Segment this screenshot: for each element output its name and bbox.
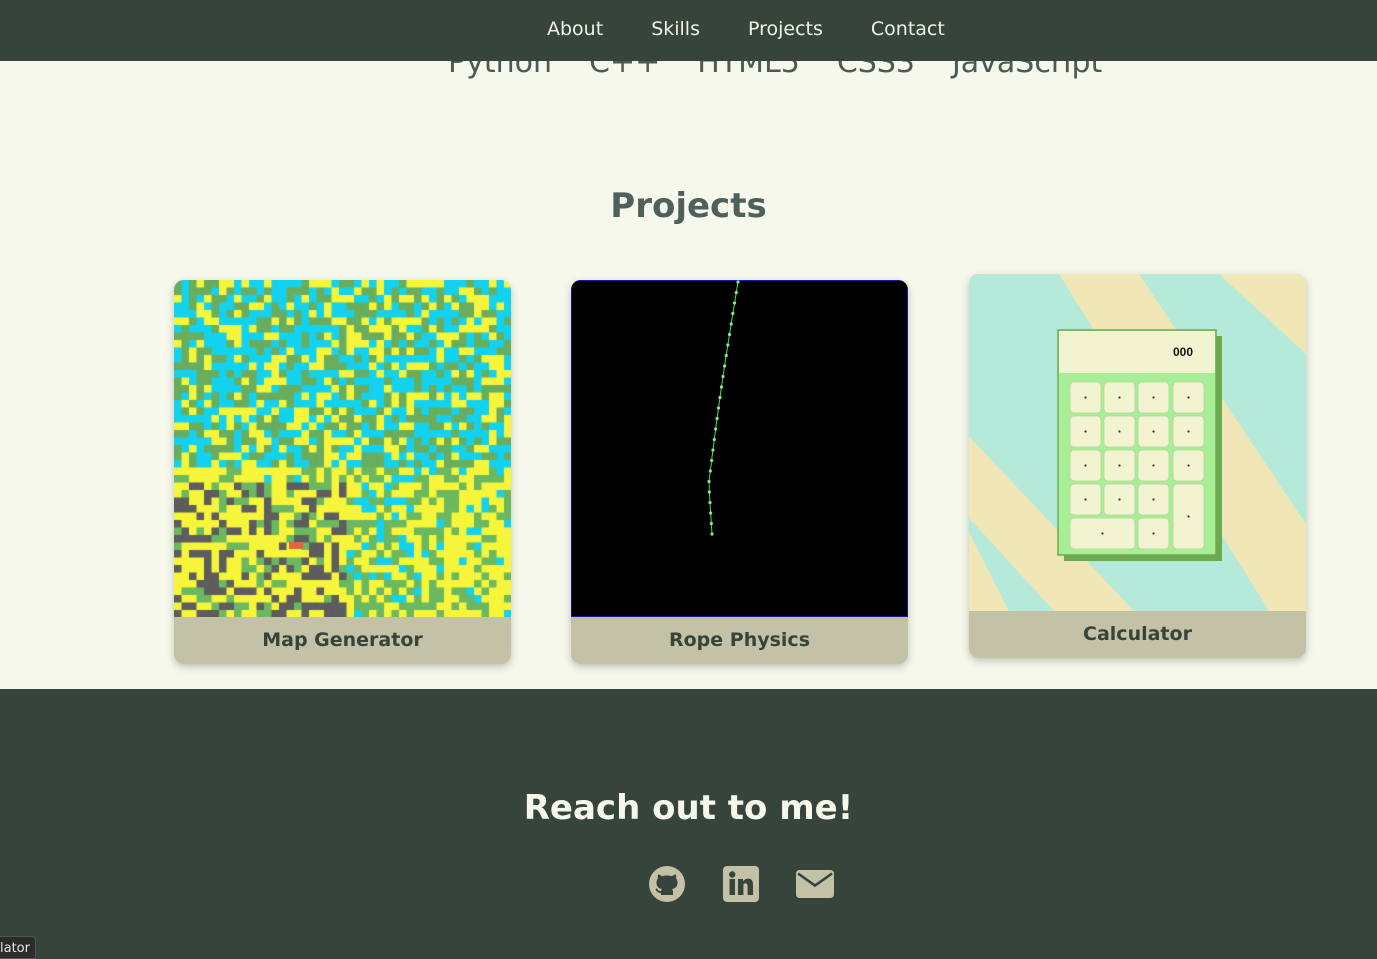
rope-physics-thumbnail bbox=[571, 280, 908, 617]
rope-node bbox=[716, 406, 721, 410]
rope-node bbox=[715, 416, 719, 421]
calculator-key-glyph bbox=[1118, 396, 1121, 399]
rope-node bbox=[724, 353, 728, 358]
calculator-key-glyph bbox=[1152, 532, 1155, 535]
rope-node bbox=[711, 448, 715, 452]
rope-node bbox=[721, 374, 725, 379]
rope-node bbox=[710, 532, 714, 536]
calculator-key-glyph bbox=[1152, 464, 1155, 467]
project-label-rope-physics: Rope Physics bbox=[668, 629, 810, 651]
email-icon[interactable] bbox=[795, 864, 835, 904]
calculator-key-glyph bbox=[1187, 515, 1190, 518]
map-generator-thumbnail bbox=[174, 280, 511, 617]
calculator-key-glyph bbox=[1084, 396, 1087, 399]
rope-node bbox=[712, 437, 716, 442]
calculator-key-glyph bbox=[1084, 464, 1087, 467]
calculator-key-glyph bbox=[1152, 498, 1155, 501]
calculator-key-glyph bbox=[1118, 464, 1121, 467]
rope-node bbox=[708, 469, 712, 473]
calculator-key-glyph bbox=[1187, 396, 1190, 399]
rope-node bbox=[731, 311, 735, 316]
calculator-key-glyph bbox=[1152, 396, 1155, 399]
calculator-key-glyph bbox=[1084, 498, 1087, 501]
github-icon[interactable] bbox=[647, 864, 687, 904]
rope-node bbox=[726, 343, 730, 347]
footer-heading: Reach out to me! bbox=[523, 788, 854, 828]
rope-node bbox=[734, 290, 738, 295]
calculator-key-glyph bbox=[1084, 430, 1087, 433]
social-links bbox=[647, 864, 835, 904]
project-card-map-generator[interactable]: Map Generator bbox=[174, 280, 511, 664]
rope-node bbox=[723, 364, 727, 368]
calculator-key-glyph bbox=[1118, 430, 1121, 433]
top-nav: About Skills Projects Contact bbox=[0, 0, 1377, 61]
project-card-rope-physics[interactable]: Rope Physics bbox=[571, 280, 908, 664]
calculator-key-glyph bbox=[1152, 430, 1155, 433]
rope-node bbox=[719, 385, 724, 389]
nav-skills[interactable]: Skills bbox=[651, 18, 700, 40]
projects-heading: Projects bbox=[610, 186, 767, 226]
rope-node bbox=[710, 458, 714, 463]
contact-footer: Reach out to me! bbox=[0, 689, 1377, 959]
calculator-key-glyph bbox=[1187, 430, 1190, 433]
rope-node bbox=[729, 322, 733, 326]
nav-projects[interactable]: Projects bbox=[748, 18, 823, 40]
project-label-calculator: Calculator bbox=[1083, 623, 1192, 645]
rope-node bbox=[727, 332, 732, 337]
rope-node bbox=[736, 280, 740, 284]
nav-about[interactable]: About bbox=[547, 18, 603, 40]
rope-node bbox=[707, 490, 711, 494]
rope-node bbox=[708, 500, 712, 505]
rope-node bbox=[714, 427, 718, 431]
rope-node bbox=[709, 511, 713, 515]
calculator-key-glyph bbox=[1101, 532, 1104, 535]
project-card-calculator[interactable]: 000 Calculator bbox=[969, 274, 1306, 658]
rope-node bbox=[707, 479, 711, 484]
project-label-map-generator: Map Generator bbox=[262, 629, 423, 651]
calculator-key-glyph bbox=[1118, 498, 1121, 501]
linkedin-icon[interactable] bbox=[721, 864, 761, 904]
rope-node bbox=[709, 521, 713, 526]
nav-contact[interactable]: Contact bbox=[871, 18, 945, 40]
rope-node bbox=[732, 301, 737, 305]
calculator-key-glyph bbox=[1187, 464, 1190, 467]
calculator-thumbnail: 000 bbox=[969, 274, 1306, 611]
rope-node bbox=[718, 395, 722, 400]
calculator-display: 000 bbox=[1173, 345, 1193, 359]
status-tooltip: lator bbox=[0, 936, 36, 959]
